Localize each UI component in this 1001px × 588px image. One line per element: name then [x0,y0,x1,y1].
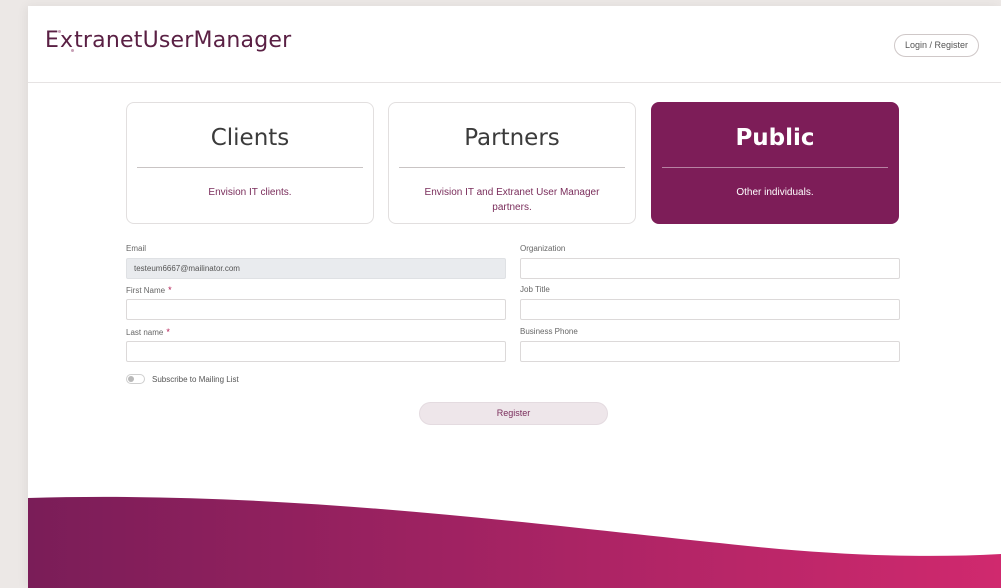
last-name-label: Last name * [126,326,506,338]
card-title: Public [735,125,815,151]
job-title-label: Job Title [520,285,550,294]
email-label: Email [126,244,147,253]
organization-label: Organization [520,244,566,253]
logo-text-rest: tranetUserManager [74,28,292,53]
card-title: Clients [210,125,290,151]
last-name-field-group: Last name * [126,326,506,362]
login-register-button[interactable]: Login / Register [893,34,979,57]
last-name-field[interactable] [126,341,506,362]
first-name-label: First Name * [126,284,506,296]
email-field-group: Email testeum6667@mailinator.com [126,243,506,279]
last-name-label-text: Last name [126,328,164,337]
first-name-field[interactable] [126,299,506,320]
organization-field[interactable] [520,258,900,279]
card-divider [137,167,363,168]
card-public-selected[interactable]: Public Other individuals. [651,102,899,224]
toggle-knob [128,376,134,382]
job-title-field-group: Job Title [520,284,900,320]
first-name-label-text: First Name [126,286,166,295]
page: Ex tranetUserManager Login / Register Cli… [28,6,1001,588]
organization-field-group: Organization [520,243,900,279]
card-title: Partners [464,125,560,151]
card-description: Envision IT and Extranet User Manager pa… [424,187,600,213]
first-name-field-group: First Name * [126,284,506,320]
card-description: Other individuals. [736,187,814,198]
subscribe-row: Subscribe to Mailing List [126,374,239,384]
business-phone-field[interactable] [520,341,900,362]
card-clients[interactable]: Clients Envision IT clients. [126,102,374,224]
audience-cards: Clients Envision IT clients. Partners En… [126,102,900,224]
card-description: Envision IT clients. [208,187,292,198]
header: Ex tranetUserManager Login / Register [28,6,1001,83]
subscribe-label[interactable]: Subscribe to Mailing List [152,375,239,384]
email-field[interactable]: testeum6667@mailinator.com [126,258,506,279]
footer-wave [28,496,1001,588]
business-phone-label: Business Phone [520,327,578,336]
register-button[interactable]: Register [419,402,608,425]
card-divider [399,167,625,168]
required-marker: * [168,285,172,295]
logo[interactable]: Ex tranetUserManager [45,28,291,53]
job-title-field[interactable] [520,299,900,320]
toggle-switch-icon[interactable] [126,374,145,384]
card-divider [662,167,888,168]
business-phone-field-group: Business Phone [520,326,900,362]
card-partners[interactable]: Partners Envision IT and Extranet User M… [388,102,636,224]
logo-text-prefix: E [45,28,60,53]
required-marker: * [166,327,170,337]
logo-x-mark: x [58,28,75,53]
logo-dot-icon [71,49,75,52]
